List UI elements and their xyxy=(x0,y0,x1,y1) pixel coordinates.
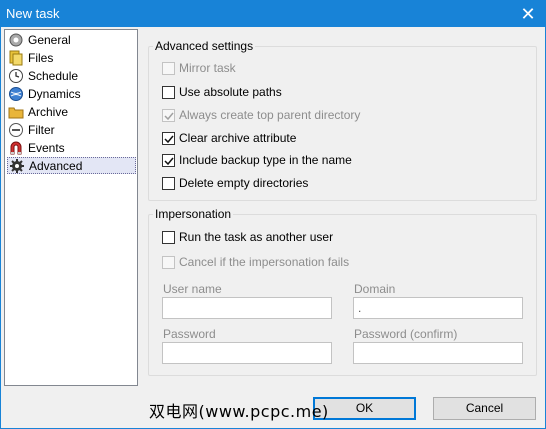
close-icon[interactable]: ✕ xyxy=(511,1,545,27)
mirror-task-checkbox[interactable]: Mirror task xyxy=(162,60,236,76)
files-icon xyxy=(8,50,24,66)
globe-icon xyxy=(8,86,24,102)
password-label: Password xyxy=(163,327,216,341)
checkbox-label: Clear archive attribute xyxy=(179,131,297,145)
sidebar-item-label: Advanced xyxy=(29,158,83,173)
domain-label: Domain xyxy=(354,282,396,296)
clock-icon xyxy=(8,68,24,84)
checkbox-box[interactable] xyxy=(162,230,175,244)
sidebar-item-label: Archive xyxy=(28,104,69,119)
delete-empty-directories-checkbox[interactable]: Delete empty directories xyxy=(162,175,308,191)
advanced-gear-icon xyxy=(9,158,25,174)
category-list[interactable]: General Files Schedule Dynamics Archive xyxy=(4,29,138,386)
advanced-settings-title: Advanced settings xyxy=(153,39,256,53)
checkbox-box[interactable] xyxy=(162,131,175,145)
sidebar-item-files[interactable]: Files xyxy=(7,49,136,66)
sidebar-item-label: Dynamics xyxy=(28,86,81,101)
checkbox-label: Run the task as another user xyxy=(179,230,334,244)
sidebar-item-advanced[interactable]: Advanced xyxy=(7,157,136,174)
sidebar-item-label: Filter xyxy=(28,122,55,137)
checkbox-box[interactable] xyxy=(162,255,175,269)
checkbox-box[interactable] xyxy=(162,176,175,190)
sidebar-item-events[interactable]: Events xyxy=(7,139,136,156)
check-icon xyxy=(164,135,174,143)
checkbox-box[interactable] xyxy=(162,153,175,167)
checkbox-box[interactable] xyxy=(162,108,175,122)
filter-icon xyxy=(8,122,24,138)
gear-person-icon xyxy=(8,32,24,48)
checkbox-label: Mirror task xyxy=(179,61,236,75)
user-name-label: User name xyxy=(163,282,222,296)
password-confirm-label: Password (confirm) xyxy=(354,327,458,341)
domain-field[interactable] xyxy=(353,297,523,319)
impersonation-title: Impersonation xyxy=(153,207,234,221)
title-bar[interactable]: New task ✕ xyxy=(1,1,545,27)
always-create-top-parent-checkbox[interactable]: Always create top parent directory xyxy=(162,107,360,123)
checkbox-label: Always create top parent directory xyxy=(179,108,361,122)
sidebar-item-schedule[interactable]: Schedule xyxy=(7,67,136,84)
cancel-button[interactable]: Cancel xyxy=(433,397,536,420)
check-icon xyxy=(164,112,174,120)
new-task-dialog: New task ✕ General Files Schedule Dynami… xyxy=(0,0,546,429)
checkbox-label: Delete empty directories xyxy=(179,176,309,190)
checkbox-box[interactable] xyxy=(162,85,175,99)
password-field[interactable] xyxy=(162,342,332,364)
folder-icon xyxy=(8,104,24,120)
user-name-field[interactable] xyxy=(162,297,332,319)
checkbox-label: Cancel if the impersonation fails xyxy=(179,255,350,269)
sidebar-item-archive[interactable]: Archive xyxy=(7,103,136,120)
sidebar-item-label: General xyxy=(28,32,71,47)
sidebar-item-filter[interactable]: Filter xyxy=(7,121,136,138)
window-title: New task xyxy=(6,6,60,21)
sidebar-item-general[interactable]: General xyxy=(7,31,136,48)
sidebar-item-label: Files xyxy=(28,50,54,65)
magnet-icon xyxy=(8,140,24,156)
sidebar-item-label: Events xyxy=(28,140,65,155)
cancel-if-impersonation-fails-checkbox[interactable]: Cancel if the impersonation fails xyxy=(162,254,349,270)
sidebar-item-label: Schedule xyxy=(28,68,79,83)
check-icon xyxy=(164,157,174,165)
include-backup-type-checkbox[interactable]: Include backup type in the name xyxy=(162,152,352,168)
checkbox-label: Use absolute paths xyxy=(179,85,282,99)
sidebar-item-dynamics[interactable]: Dynamics xyxy=(7,85,136,102)
password-confirm-field[interactable] xyxy=(353,342,523,364)
checkbox-label: Include backup type in the name xyxy=(179,153,352,167)
checkbox-box[interactable] xyxy=(162,61,175,75)
watermark-text: 双电网(www.pcpc.me) xyxy=(149,402,329,421)
clear-archive-attribute-checkbox[interactable]: Clear archive attribute xyxy=(162,130,296,146)
run-as-another-user-checkbox[interactable]: Run the task as another user xyxy=(162,229,333,245)
use-absolute-paths-checkbox[interactable]: Use absolute paths xyxy=(162,84,282,100)
